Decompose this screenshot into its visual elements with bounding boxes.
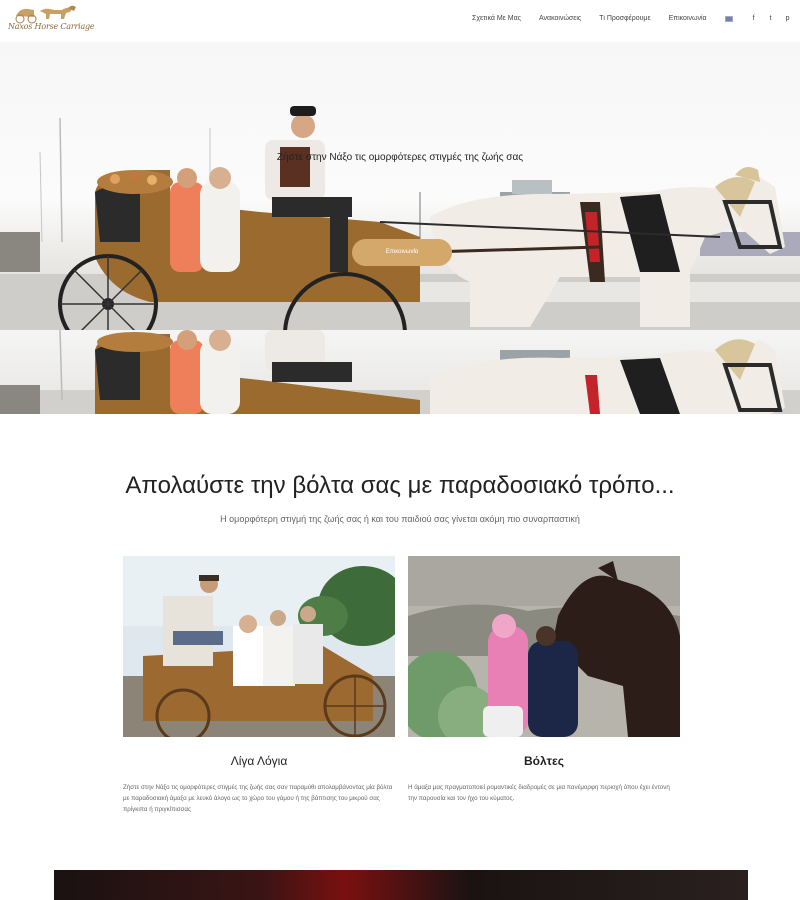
logo-text: Naxos Horse Carriage [8,22,95,31]
nav-item-services[interactable]: Τι Προσφέρουμε [599,15,650,22]
nav-item-contact[interactable]: Επικοινωνία [669,15,707,22]
horse-ride-photo [408,556,680,737]
horse-ride-image [408,556,680,737]
facebook-icon[interactable]: f [750,15,758,22]
nav-item-about[interactable]: Σχετικά Με Μας [472,15,521,22]
twitter-icon[interactable]: t [767,15,775,22]
carriage-logo-icon [15,5,76,24]
greek-flag-icon[interactable] [724,15,733,22]
hero-title: Ζήστε στην Νάξο τις ομορφότερες στιγμές … [276,152,524,163]
pinterest-icon[interactable]: p [784,15,792,22]
wedding-photo [123,556,395,737]
site-header: Naxos Horse Carriage Σχετικά Με Μας Ανακ… [0,0,800,42]
hero-carriage-photo [0,106,800,330]
bottom-dark-banner [54,870,748,900]
intro-title: Απολαύστε την βόλτα σας με παραδοσιακό τ… [125,472,675,499]
card-title-about: Λίγα Λόγια [230,754,288,768]
main-nav: Σχετικά Με Μας Ανακοινώσεις Τι Προσφέρου… [472,15,800,22]
intro-subtitle: Η ομορφότερη στιγμή της ζωής σας ή και τ… [220,514,580,524]
wedding-carriage-image [123,556,395,737]
card-title-rides: Βόλτες [524,754,564,768]
contact-button[interactable]: Επικοινωνία [352,239,452,266]
hero-strip-image [0,330,800,414]
site-logo[interactable]: Naxos Horse Carriage [6,2,95,40]
nav-item-announcements[interactable]: Ανακοινώσεις [539,15,581,22]
hero-banner: Ζήστε στην Νάξο τις ομορφότερες στιγμές … [0,42,800,330]
hero-strip-photo [0,330,800,414]
card-text-about: Ζήστε στην Νάξο τις ομορφότερες στιγμές … [123,784,393,813]
card-text-rides: Η άμαξα μας πραγματοποιεί ρομαντικές δια… [408,784,670,802]
